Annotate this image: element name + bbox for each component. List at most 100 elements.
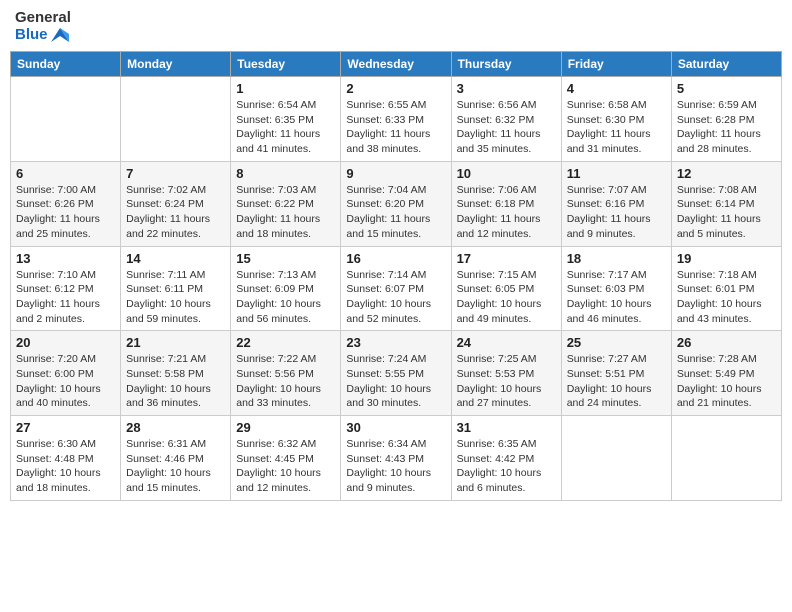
day-number: 18 — [567, 251, 666, 266]
day-info: Sunrise: 7:17 AMSunset: 6:03 PMDaylight:… — [567, 268, 666, 327]
calendar-week-row: 6 Sunrise: 7:00 AMSunset: 6:26 PMDaylight… — [11, 161, 782, 246]
calendar-cell: 9 Sunrise: 7:04 AMSunset: 6:20 PMDaylight… — [341, 161, 451, 246]
day-info: Sunrise: 6:34 AMSunset: 4:43 PMDaylight:… — [346, 437, 445, 496]
calendar-body: 1 Sunrise: 6:54 AMSunset: 6:35 PMDaylight… — [11, 77, 782, 501]
day-info: Sunrise: 7:04 AMSunset: 6:20 PMDaylight:… — [346, 183, 445, 242]
calendar-cell: 17 Sunrise: 7:15 AMSunset: 6:05 PMDayligh… — [451, 246, 561, 331]
day-number: 29 — [236, 420, 335, 435]
calendar-cell: 15Sunrise: 7:13 AMSunset: 6:09 PMDayligh… — [231, 246, 341, 331]
day-number: 7 — [126, 166, 225, 181]
day-number: 1 — [236, 81, 335, 96]
calendar-cell: 6 Sunrise: 7:00 AMSunset: 6:26 PMDaylight… — [11, 161, 121, 246]
day-number: 15 — [236, 251, 335, 266]
logo-text-block: General Blue — [15, 10, 71, 43]
calendar-cell: 4Sunrise: 6:58 AMSunset: 6:30 PMDaylight… — [561, 77, 671, 162]
weekday-header-row: SundayMondayTuesdayWednesdayThursdayFrid… — [11, 52, 782, 77]
calendar-cell: 1 Sunrise: 6:54 AMSunset: 6:35 PMDaylight… — [231, 77, 341, 162]
calendar-cell: 11Sunrise: 7:07 AMSunset: 6:16 PMDayligh… — [561, 161, 671, 246]
day-number: 11 — [567, 166, 666, 181]
calendar-cell — [671, 416, 781, 501]
day-info: Sunrise: 6:31 AMSunset: 4:46 PMDaylight:… — [126, 437, 225, 496]
day-info: Sunrise: 7:11 AMSunset: 6:11 PMDaylight:… — [126, 268, 225, 327]
calendar-cell: 25 Sunrise: 7:27 AMSunset: 5:51 PMDayligh… — [561, 331, 671, 416]
calendar-week-row: 1 Sunrise: 6:54 AMSunset: 6:35 PMDaylight… — [11, 77, 782, 162]
day-info: Sunrise: 7:00 AMSunset: 6:26 PMDaylight:… — [16, 183, 115, 242]
day-number: 26 — [677, 335, 776, 350]
calendar-cell: 23Sunrise: 7:24 AMSunset: 5:55 PMDayligh… — [341, 331, 451, 416]
calendar-cell: 28Sunrise: 6:31 AMSunset: 4:46 PMDayligh… — [121, 416, 231, 501]
calendar-cell: 29 Sunrise: 6:32 AMSunset: 4:45 PMDayligh… — [231, 416, 341, 501]
day-info: Sunrise: 7:28 AMSunset: 5:49 PMDaylight:… — [677, 352, 776, 411]
day-info: Sunrise: 7:18 AMSunset: 6:01 PMDaylight:… — [677, 268, 776, 327]
day-number: 10 — [457, 166, 556, 181]
day-info: Sunrise: 7:15 AMSunset: 6:05 PMDaylight:… — [457, 268, 556, 327]
weekday-header-cell: Saturday — [671, 52, 781, 77]
day-number: 23 — [346, 335, 445, 350]
calendar-cell: 10Sunrise: 7:06 AMSunset: 6:18 PMDayligh… — [451, 161, 561, 246]
weekday-header-cell: Thursday — [451, 52, 561, 77]
day-number: 27 — [16, 420, 115, 435]
day-number: 6 — [16, 166, 115, 181]
day-info: Sunrise: 6:30 AMSunset: 4:48 PMDaylight:… — [16, 437, 115, 496]
day-number: 22 — [236, 335, 335, 350]
weekday-header-cell: Friday — [561, 52, 671, 77]
logo-blue: Blue — [15, 27, 71, 44]
calendar-cell: 22 Sunrise: 7:22 AMSunset: 5:56 PMDayligh… — [231, 331, 341, 416]
calendar-cell — [561, 416, 671, 501]
calendar-cell: 24Sunrise: 7:25 AMSunset: 5:53 PMDayligh… — [451, 331, 561, 416]
calendar-cell: 14 Sunrise: 7:11 AMSunset: 6:11 PMDayligh… — [121, 246, 231, 331]
weekday-header-cell: Monday — [121, 52, 231, 77]
day-number: 4 — [567, 81, 666, 96]
day-number: 21 — [126, 335, 225, 350]
logo-general: General — [15, 10, 71, 27]
day-number: 5 — [677, 81, 776, 96]
day-info: Sunrise: 6:35 AMSunset: 4:42 PMDaylight:… — [457, 437, 556, 496]
day-number: 16 — [346, 251, 445, 266]
calendar-week-row: 27 Sunrise: 6:30 AMSunset: 4:48 PMDayligh… — [11, 416, 782, 501]
day-number: 19 — [677, 251, 776, 266]
day-info: Sunrise: 7:02 AMSunset: 6:24 PMDaylight:… — [126, 183, 225, 242]
day-number: 3 — [457, 81, 556, 96]
calendar-cell: 7 Sunrise: 7:02 AMSunset: 6:24 PMDaylight… — [121, 161, 231, 246]
logo-bird-icon — [51, 28, 69, 42]
day-number: 9 — [346, 166, 445, 181]
day-number: 13 — [16, 251, 115, 266]
calendar-cell — [11, 77, 121, 162]
calendar-cell: 2 Sunrise: 6:55 AMSunset: 6:33 PMDaylight… — [341, 77, 451, 162]
weekday-header-cell: Tuesday — [231, 52, 341, 77]
weekday-header-cell: Sunday — [11, 52, 121, 77]
calendar-cell: 3 Sunrise: 6:56 AMSunset: 6:32 PMDaylight… — [451, 77, 561, 162]
calendar-cell: 12Sunrise: 7:08 AMSunset: 6:14 PMDayligh… — [671, 161, 781, 246]
day-number: 25 — [567, 335, 666, 350]
calendar-cell: 27 Sunrise: 6:30 AMSunset: 4:48 PMDayligh… — [11, 416, 121, 501]
day-number: 14 — [126, 251, 225, 266]
calendar-cell: 19 Sunrise: 7:18 AMSunset: 6:01 PMDayligh… — [671, 246, 781, 331]
calendar-cell: 18 Sunrise: 7:17 AMSunset: 6:03 PMDayligh… — [561, 246, 671, 331]
day-number: 12 — [677, 166, 776, 181]
day-info: Sunrise: 6:54 AMSunset: 6:35 PMDaylight:… — [236, 98, 335, 157]
day-info: Sunrise: 6:56 AMSunset: 6:32 PMDaylight:… — [457, 98, 556, 157]
calendar-cell: 26 Sunrise: 7:28 AMSunset: 5:49 PMDayligh… — [671, 331, 781, 416]
day-number: 8 — [236, 166, 335, 181]
day-info: Sunrise: 7:27 AMSunset: 5:51 PMDaylight:… — [567, 352, 666, 411]
day-info: Sunrise: 6:32 AMSunset: 4:45 PMDaylight:… — [236, 437, 335, 496]
calendar-cell: 30Sunrise: 6:34 AMSunset: 4:43 PMDayligh… — [341, 416, 451, 501]
calendar-cell: 31Sunrise: 6:35 AMSunset: 4:42 PMDayligh… — [451, 416, 561, 501]
page-header: General Blue — [10, 10, 782, 43]
calendar-week-row: 13Sunrise: 7:10 AMSunset: 6:12 PMDayligh… — [11, 246, 782, 331]
day-number: 17 — [457, 251, 556, 266]
day-info: Sunrise: 6:55 AMSunset: 6:33 PMDaylight:… — [346, 98, 445, 157]
day-number: 20 — [16, 335, 115, 350]
calendar-table: SundayMondayTuesdayWednesdayThursdayFrid… — [10, 51, 782, 501]
calendar-cell: 20Sunrise: 7:20 AMSunset: 6:00 PMDayligh… — [11, 331, 121, 416]
day-info: Sunrise: 7:14 AMSunset: 6:07 PMDaylight:… — [346, 268, 445, 327]
calendar-week-row: 20Sunrise: 7:20 AMSunset: 6:00 PMDayligh… — [11, 331, 782, 416]
calendar-cell — [121, 77, 231, 162]
day-info: Sunrise: 7:21 AMSunset: 5:58 PMDaylight:… — [126, 352, 225, 411]
calendar-cell: 5Sunrise: 6:59 AMSunset: 6:28 PMDaylight… — [671, 77, 781, 162]
day-info: Sunrise: 7:03 AMSunset: 6:22 PMDaylight:… — [236, 183, 335, 242]
day-info: Sunrise: 7:22 AMSunset: 5:56 PMDaylight:… — [236, 352, 335, 411]
calendar-cell: 16 Sunrise: 7:14 AMSunset: 6:07 PMDayligh… — [341, 246, 451, 331]
day-number: 2 — [346, 81, 445, 96]
calendar-cell: 8 Sunrise: 7:03 AMSunset: 6:22 PMDaylight… — [231, 161, 341, 246]
